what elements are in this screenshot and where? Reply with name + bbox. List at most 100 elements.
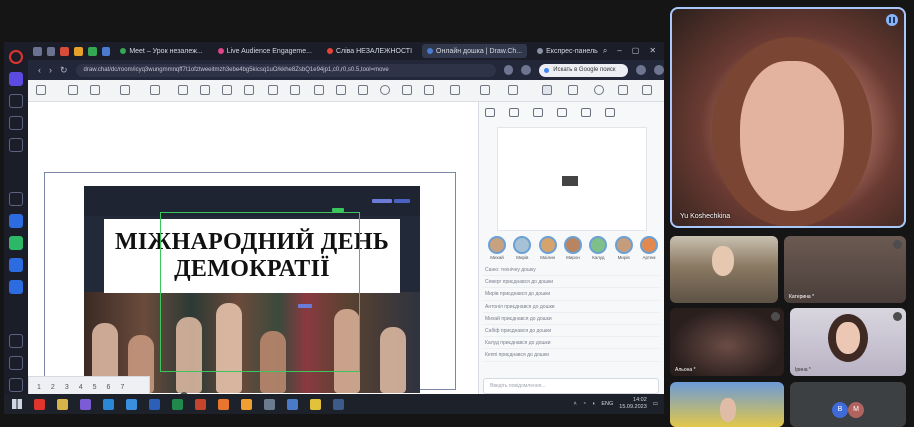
tab-icon[interactable] xyxy=(101,46,111,56)
messenger-icon[interactable] xyxy=(9,214,23,228)
screen-share-icon[interactable] xyxy=(605,108,615,117)
maximize-icon[interactable]: ▢ xyxy=(632,46,640,56)
telegram-icon[interactable] xyxy=(9,258,23,272)
color-picker-icon[interactable] xyxy=(450,85,460,95)
whiteboard-canvas[interactable]: МІЖНАРОДНИЙ ДЕНЬ ДЕМОКРАТІЇ 1 2 3 4 5 6 … xyxy=(28,102,478,402)
extensions-icon[interactable] xyxy=(9,334,23,348)
fill-tool-icon[interactable] xyxy=(314,85,324,95)
telegram-app-icon[interactable] xyxy=(103,398,114,410)
select-tool-icon[interactable] xyxy=(290,85,300,95)
webcam-icon[interactable] xyxy=(509,108,519,117)
opera-app-icon[interactable] xyxy=(34,398,45,410)
close-icon[interactable]: ✕ xyxy=(649,46,656,56)
explorer-app-icon[interactable] xyxy=(57,398,68,410)
excel-app-icon[interactable] xyxy=(172,398,183,410)
forward-icon[interactable]: › xyxy=(49,65,52,75)
extension-icon[interactable] xyxy=(503,65,514,75)
redo-icon[interactable] xyxy=(508,85,518,95)
reload-icon[interactable]: ↻ xyxy=(60,65,68,76)
cloud-icon[interactable] xyxy=(533,108,543,117)
video-icon[interactable] xyxy=(581,108,591,117)
menu-icon[interactable] xyxy=(654,65,664,75)
windows-start-icon[interactable] xyxy=(12,399,22,409)
participant-avatar[interactable]: Маілин xyxy=(538,236,558,260)
extension-icon[interactable] xyxy=(521,65,532,75)
powerpoint-app-icon[interactable] xyxy=(195,398,206,410)
trash-icon[interactable] xyxy=(150,85,160,95)
tab-slides[interactable]: Сліва НЕЗАЛЕЖНОСТІ xyxy=(322,44,417,58)
text-tool-icon[interactable] xyxy=(402,85,412,95)
zoom-icon[interactable] xyxy=(594,85,604,95)
tab-live-audience[interactable]: Live Audience Engageme... xyxy=(213,44,317,58)
search-tabs-icon[interactable]: ⌕ xyxy=(603,46,607,56)
main-speaker-tile[interactable]: Yu Koshechkina xyxy=(670,7,906,228)
folder-icon[interactable] xyxy=(120,85,130,95)
brush-tool-icon[interactable] xyxy=(244,85,254,95)
participant-tile-avatars[interactable]: В М xyxy=(790,382,906,427)
camera-icon[interactable] xyxy=(636,65,647,75)
bookmarks-icon[interactable] xyxy=(9,94,23,108)
page-number[interactable]: 1 xyxy=(37,384,41,391)
slide-image[interactable]: МІЖНАРОДНИЙ ДЕНЬ ДЕМОКРАТІЇ xyxy=(84,186,420,393)
back-icon[interactable]: ‹ xyxy=(38,65,41,75)
participant-tile[interactable] xyxy=(670,382,784,427)
reader-icon[interactable] xyxy=(9,138,23,152)
pan-tool-icon[interactable] xyxy=(568,85,578,95)
marker-tool-icon[interactable] xyxy=(200,85,210,95)
app-icon[interactable] xyxy=(241,398,252,410)
aria-icon[interactable] xyxy=(9,192,23,206)
participant-avatar[interactable]: Мирів xyxy=(512,236,532,260)
tab-icon[interactable] xyxy=(33,46,42,56)
opera-logo-icon[interactable] xyxy=(9,50,23,64)
page-number[interactable]: 2 xyxy=(51,384,55,391)
app-icon[interactable] xyxy=(287,398,298,410)
line-tool-icon[interactable] xyxy=(336,85,346,95)
participant-tile[interactable]: Ірина * xyxy=(790,308,906,376)
tab-icon[interactable] xyxy=(74,46,83,56)
pen-tool-icon[interactable] xyxy=(178,85,188,95)
tab-meet[interactable]: Meet – Урок незалеж... xyxy=(115,44,207,58)
store-app-icon[interactable] xyxy=(126,398,137,410)
upload-icon[interactable] xyxy=(68,85,78,95)
tray-arrow-icon[interactable]: ˄ xyxy=(573,401,576,407)
tab-icon[interactable] xyxy=(60,46,70,56)
participant-avatar[interactable]: Калуд xyxy=(588,236,608,260)
firefox-app-icon[interactable] xyxy=(218,398,229,410)
add-page-icon[interactable] xyxy=(90,85,100,95)
participant-tile[interactable]: Катерина * xyxy=(784,236,906,303)
tab-icon[interactable] xyxy=(46,46,56,56)
app-icon[interactable] xyxy=(310,398,321,410)
microphone-icon[interactable] xyxy=(557,108,567,117)
notifications-icon[interactable]: ▭ xyxy=(653,401,658,407)
page-number[interactable]: 5 xyxy=(93,384,97,391)
participant-avatar[interactable]: Артем xyxy=(639,236,659,260)
speaker-icon[interactable] xyxy=(485,108,495,117)
app-icon[interactable] xyxy=(333,398,344,410)
participant-avatar[interactable]: Мирон xyxy=(563,236,583,260)
word-app-icon[interactable] xyxy=(149,398,160,410)
clock-icon[interactable] xyxy=(9,378,23,392)
rectangle-tool-icon[interactable] xyxy=(358,85,368,95)
participant-tile[interactable]: Альона * xyxy=(670,308,784,376)
tab-drawchat[interactable]: Онлайн дошка | Draw.Ch... xyxy=(422,44,528,58)
wifi-icon[interactable]: ◔ xyxy=(583,401,586,407)
tab-icon[interactable] xyxy=(87,46,97,56)
history-icon[interactable] xyxy=(9,116,23,130)
minimize-icon[interactable]: – xyxy=(617,46,621,56)
volume-icon[interactable]: ◖ xyxy=(592,401,595,407)
page-number[interactable]: 3 xyxy=(65,384,69,391)
viber-app-icon[interactable] xyxy=(80,398,91,410)
page-number[interactable]: 7 xyxy=(120,384,124,391)
participant-avatar[interactable]: Мирів xyxy=(614,236,634,260)
participant-tile[interactable] xyxy=(670,236,778,303)
language-indicator[interactable]: ENG xyxy=(601,401,613,407)
pencil-tool-icon[interactable] xyxy=(36,85,46,95)
app-icon[interactable] xyxy=(264,398,275,410)
vk-icon[interactable] xyxy=(9,280,23,294)
collapse-panel-icon[interactable] xyxy=(642,85,652,95)
url-field[interactable]: draw.chat/dc/room/icyq3wungmmnqff7t1ofzt… xyxy=(75,63,496,77)
chat-message-input[interactable]: Введіть повідомлення... xyxy=(483,378,659,394)
google-search-field[interactable]: Искать в Google поиск xyxy=(539,63,629,77)
tab-speed-dial[interactable]: Експрес-панель xyxy=(532,44,603,58)
hand-tool-icon[interactable] xyxy=(542,85,552,95)
